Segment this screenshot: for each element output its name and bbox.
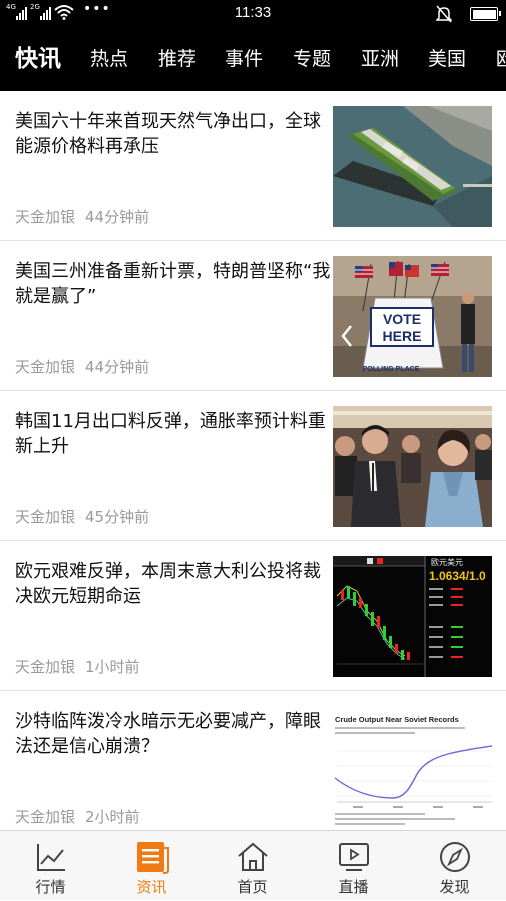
news-title[interactable]: 沙特临阵泼冷水暗示无必要减产，障眼法还是信心崩溃？ (15, 709, 333, 759)
news-item[interactable]: 沙特临阵泼冷水暗示无必要减产，障眼法还是信心崩溃？ 天金加银 2小时前 Crude… (0, 691, 506, 830)
news-source: 天金加银 (15, 208, 76, 226)
vote-text-line2: HERE (383, 328, 422, 344)
news-item[interactable]: 美国六十年来首现天然气净出口，全球能源价格料再承压 天金加银 44分钟前 (0, 91, 506, 241)
news-meta: 天金加银 44分钟前 (15, 206, 149, 227)
people-photo (333, 406, 492, 527)
line-chart-photo: Crude Output Near Soviet Records (333, 706, 492, 827)
home-icon (237, 842, 268, 871)
fx-title-text: 欧元美元 (431, 557, 463, 567)
news-thumbnail[interactable]: VOTE HERE POLLING PLACE (333, 256, 492, 377)
clock: 11:33 (234, 4, 272, 21)
tab-zixun[interactable]: 资讯 (101, 831, 202, 901)
vote-here-photo: VOTE HERE POLLING PLACE (333, 256, 492, 377)
news-title[interactable]: 韩国11月出口料反弹，通胀率预计料重新上升 (15, 409, 333, 459)
tab-hangqing[interactable]: 行情 (0, 831, 101, 901)
tab-label: 首页 (237, 878, 268, 896)
nav-item-tuijian[interactable]: 推荐 (158, 28, 196, 91)
news-time: 44分钟前 (85, 358, 150, 376)
news-meta: 天金加银 44分钟前 (15, 356, 149, 377)
nav-item-zhuanti[interactable]: 专题 (293, 28, 331, 91)
news-source: 天金加银 (15, 508, 76, 526)
news-meta: 天金加银 1小时前 (15, 656, 140, 677)
nav-item-redian[interactable]: 热点 (90, 28, 128, 91)
battery-icon (470, 7, 501, 21)
news-item[interactable]: 欧元艰难反弹，本周末意大利公投将裁决欧元短期命运 天金加银 1小时前 欧元美元 … (0, 541, 506, 691)
news-source: 天金加银 (15, 808, 76, 826)
tab-label: 资讯 (136, 878, 167, 896)
bell-muted-icon (436, 5, 452, 23)
tab-zhibo[interactable]: 直播 (303, 831, 404, 901)
bottom-tab-bar: 行情 资讯 首页 直播 发现 (0, 830, 506, 900)
category-nav: 快讯 热点 推荐 事件 专题 亚洲 美国 欧 (0, 28, 506, 91)
news-title[interactable]: 欧元艰难反弹，本周末意大利公投将裁决欧元短期命运 (15, 559, 333, 609)
nav-item-yazhou[interactable]: 亚洲 (361, 28, 399, 91)
polling-place-text: POLLING PLACE (363, 366, 420, 373)
news-item[interactable]: 韩国11月出口料反弹，通胀率预计料重新上升 天金加银 45分钟前 (0, 391, 506, 541)
news-item[interactable]: 美国三州准备重新计票，特朗普坚称“我就是赢了” 天金加银 44分钟前 VOTE … (0, 241, 506, 391)
market-chart-icon (36, 844, 65, 871)
nav-item-ou[interactable]: 欧 (496, 28, 506, 91)
news-time: 44分钟前 (85, 208, 150, 226)
chart-thumb-title: Crude Output Near Soviet Records (335, 715, 459, 724)
news-thumbnail[interactable]: 欧元美元 1.0634/1.0 (333, 556, 492, 677)
news-time: 45分钟前 (85, 508, 150, 526)
discover-compass-icon (439, 842, 470, 872)
tab-label: 直播 (338, 878, 369, 896)
nav-item-meiguo[interactable]: 美国 (428, 28, 466, 91)
news-thumbnail[interactable]: Crude Output Near Soviet Records (333, 706, 492, 827)
live-play-icon (338, 843, 369, 871)
tab-label: 发现 (439, 878, 470, 896)
news-source: 天金加银 (15, 658, 76, 676)
status-bar: 4G 2G ••• 11:33 (0, 0, 506, 28)
news-feed: 美国六十年来首现天然气净出口，全球能源价格料再承压 天金加银 44分钟前 美国三州… (0, 91, 506, 830)
nav-item-shijian[interactable]: 事件 (225, 28, 263, 91)
news-title[interactable]: 美国三州准备重新计票，特朗普坚称“我就是赢了” (15, 259, 333, 309)
news-source: 天金加银 (15, 358, 76, 376)
news-time: 1小时前 (85, 658, 140, 676)
tab-label: 行情 (35, 878, 66, 896)
news-doc-icon (136, 842, 169, 874)
candlestick-chart-photo: 欧元美元 1.0634/1.0 (333, 556, 492, 677)
nav-item-kuaixun[interactable]: 快讯 (15, 28, 61, 91)
fx-price-text: 1.0634/1.0 (429, 569, 486, 583)
vote-text-line1: VOTE (383, 311, 421, 327)
tab-shouye[interactable]: 首页 (202, 831, 303, 901)
news-title[interactable]: 美国六十年来首现天然气净出口，全球能源价格料再承压 (15, 109, 333, 159)
news-meta: 天金加银 45分钟前 (15, 506, 149, 527)
tab-faxian[interactable]: 发现 (404, 831, 505, 901)
news-thumbnail[interactable] (333, 406, 492, 527)
news-thumbnail[interactable] (333, 106, 492, 227)
news-meta: 天金加银 2小时前 (15, 806, 140, 827)
news-time: 2小时前 (85, 808, 140, 826)
